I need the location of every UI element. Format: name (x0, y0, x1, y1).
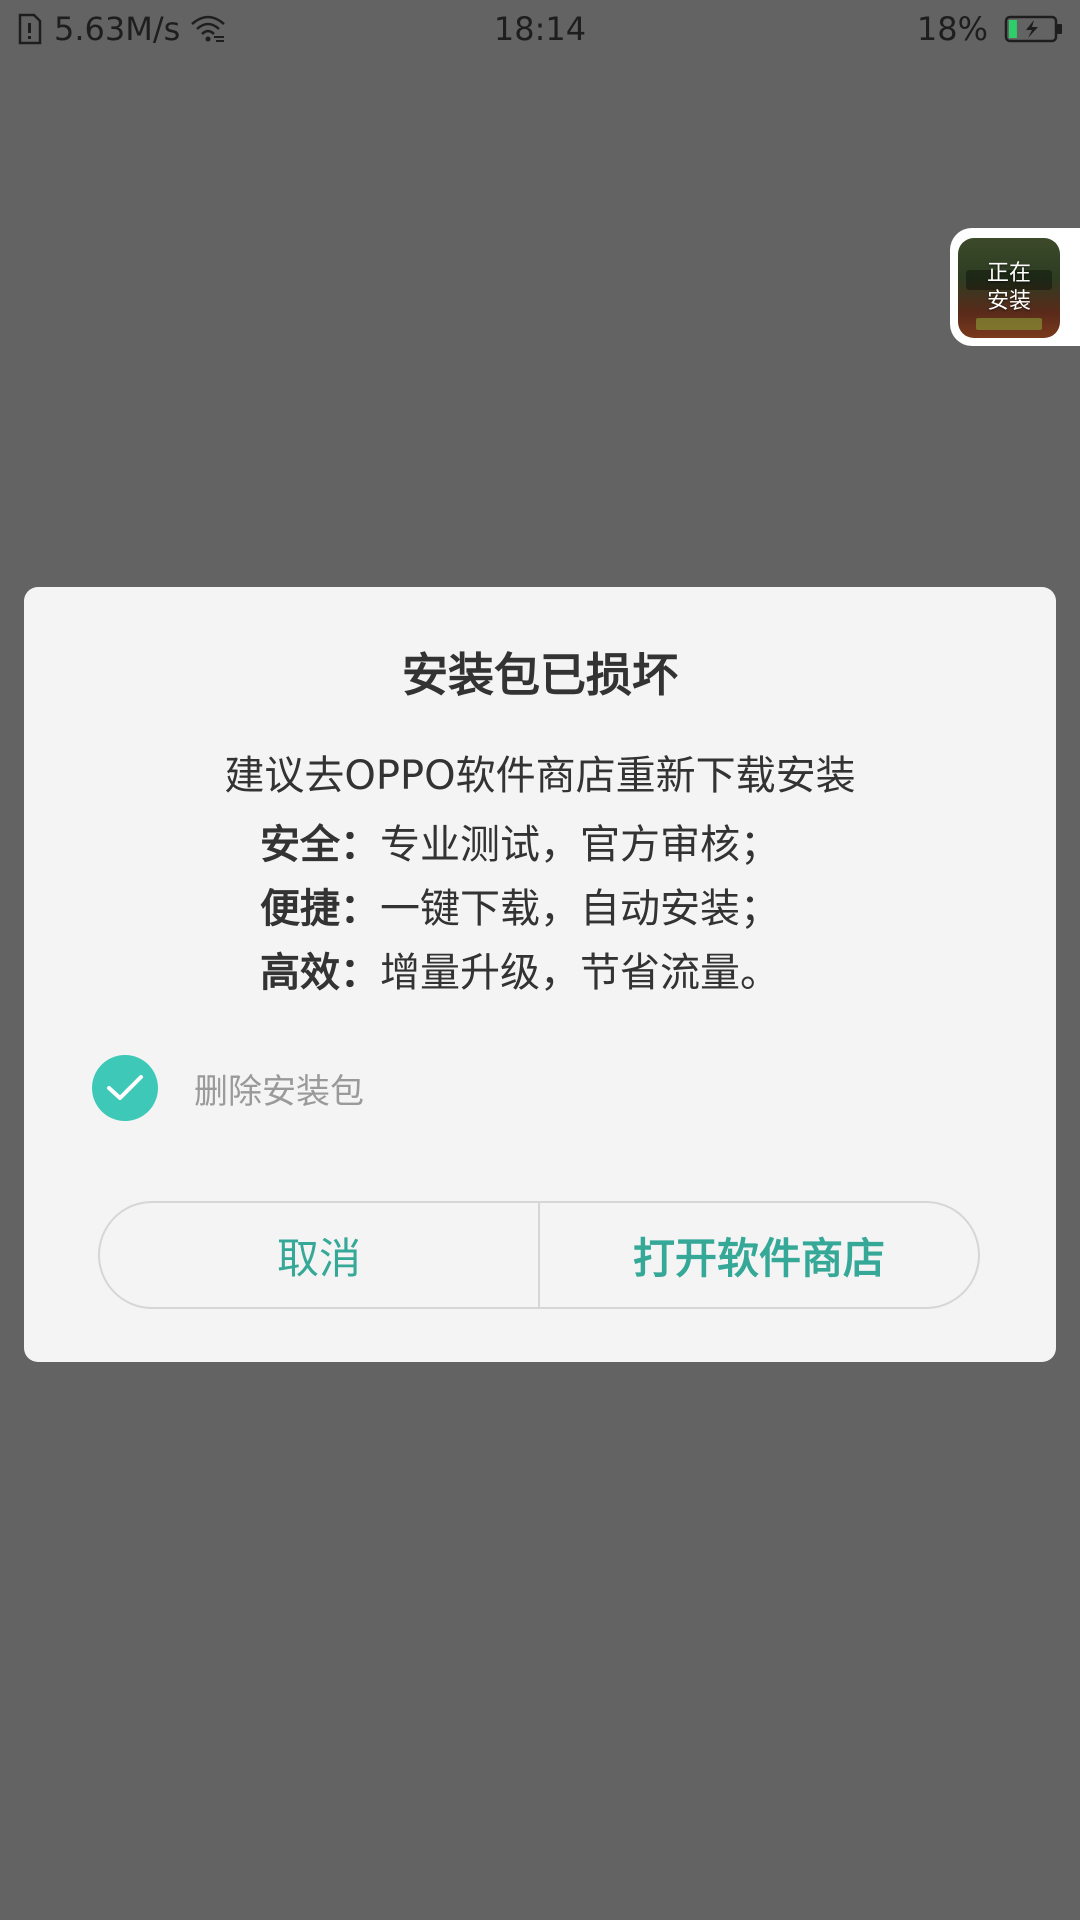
screen: 5.63M/s 18:14 18% 正在 安装 安装包已损坏 建议去OPPO软件… (0, 0, 1080, 1920)
dialog-body: 建议去OPPO软件商店重新下载安装 安全：专业测试，官方审核； 便捷：一键下载，… (24, 747, 1056, 1005)
feature-key: 便捷： (260, 886, 380, 932)
dialog-title: 安装包已损坏 (402, 648, 678, 702)
open-store-button[interactable]: 打开软件商店 (540, 1203, 978, 1307)
cancel-button[interactable]: 取消 (100, 1203, 538, 1307)
delete-package-checkbox[interactable] (92, 1055, 158, 1121)
feature-row-convenience: 便捷：一键下载，自动安装； (260, 877, 820, 941)
feature-row-efficiency: 高效：增量升级，节省流量。 (260, 941, 820, 1005)
dialog-button-group: 取消 打开软件商店 (98, 1201, 980, 1309)
feature-list: 安全：专业测试，官方审核； 便捷：一键下载，自动安装； 高效：增量升级，节省流量… (260, 813, 820, 1005)
battery-percent: 18% (916, 10, 988, 48)
corrupted-package-dialog: 安装包已损坏 建议去OPPO软件商店重新下载安装 安全：专业测试，官方审核； 便… (24, 587, 1056, 1362)
dialog-intro: 建议去OPPO软件商店重新下载安装 (224, 753, 856, 799)
feature-key: 高效： (260, 950, 380, 996)
feature-value: 增量升级，节省流量。 (380, 950, 780, 996)
delete-package-option[interactable]: 删除安装包 (92, 1055, 364, 1121)
installing-status: 正在 安装 (958, 238, 1060, 338)
installing-bubble[interactable]: 正在 安装 (950, 228, 1080, 346)
installing-status-line1: 正在 (986, 261, 1031, 286)
checkmark-icon (107, 1075, 143, 1100)
status-bar: 5.63M/s 18:14 18% (0, 0, 1080, 58)
status-bar-right: 18% (917, 8, 1064, 50)
delete-package-label[interactable]: 删除安装包 (194, 1064, 364, 1113)
battery-charging-icon (1004, 15, 1064, 43)
feature-key: 安全： (260, 822, 380, 868)
feature-value: 专业测试，官方审核； (380, 822, 780, 868)
feature-row-security: 安全：专业测试，官方审核； (260, 813, 820, 877)
installing-status-line2: 安装 (986, 289, 1031, 314)
feature-value: 一键下载，自动安装； (380, 886, 780, 932)
